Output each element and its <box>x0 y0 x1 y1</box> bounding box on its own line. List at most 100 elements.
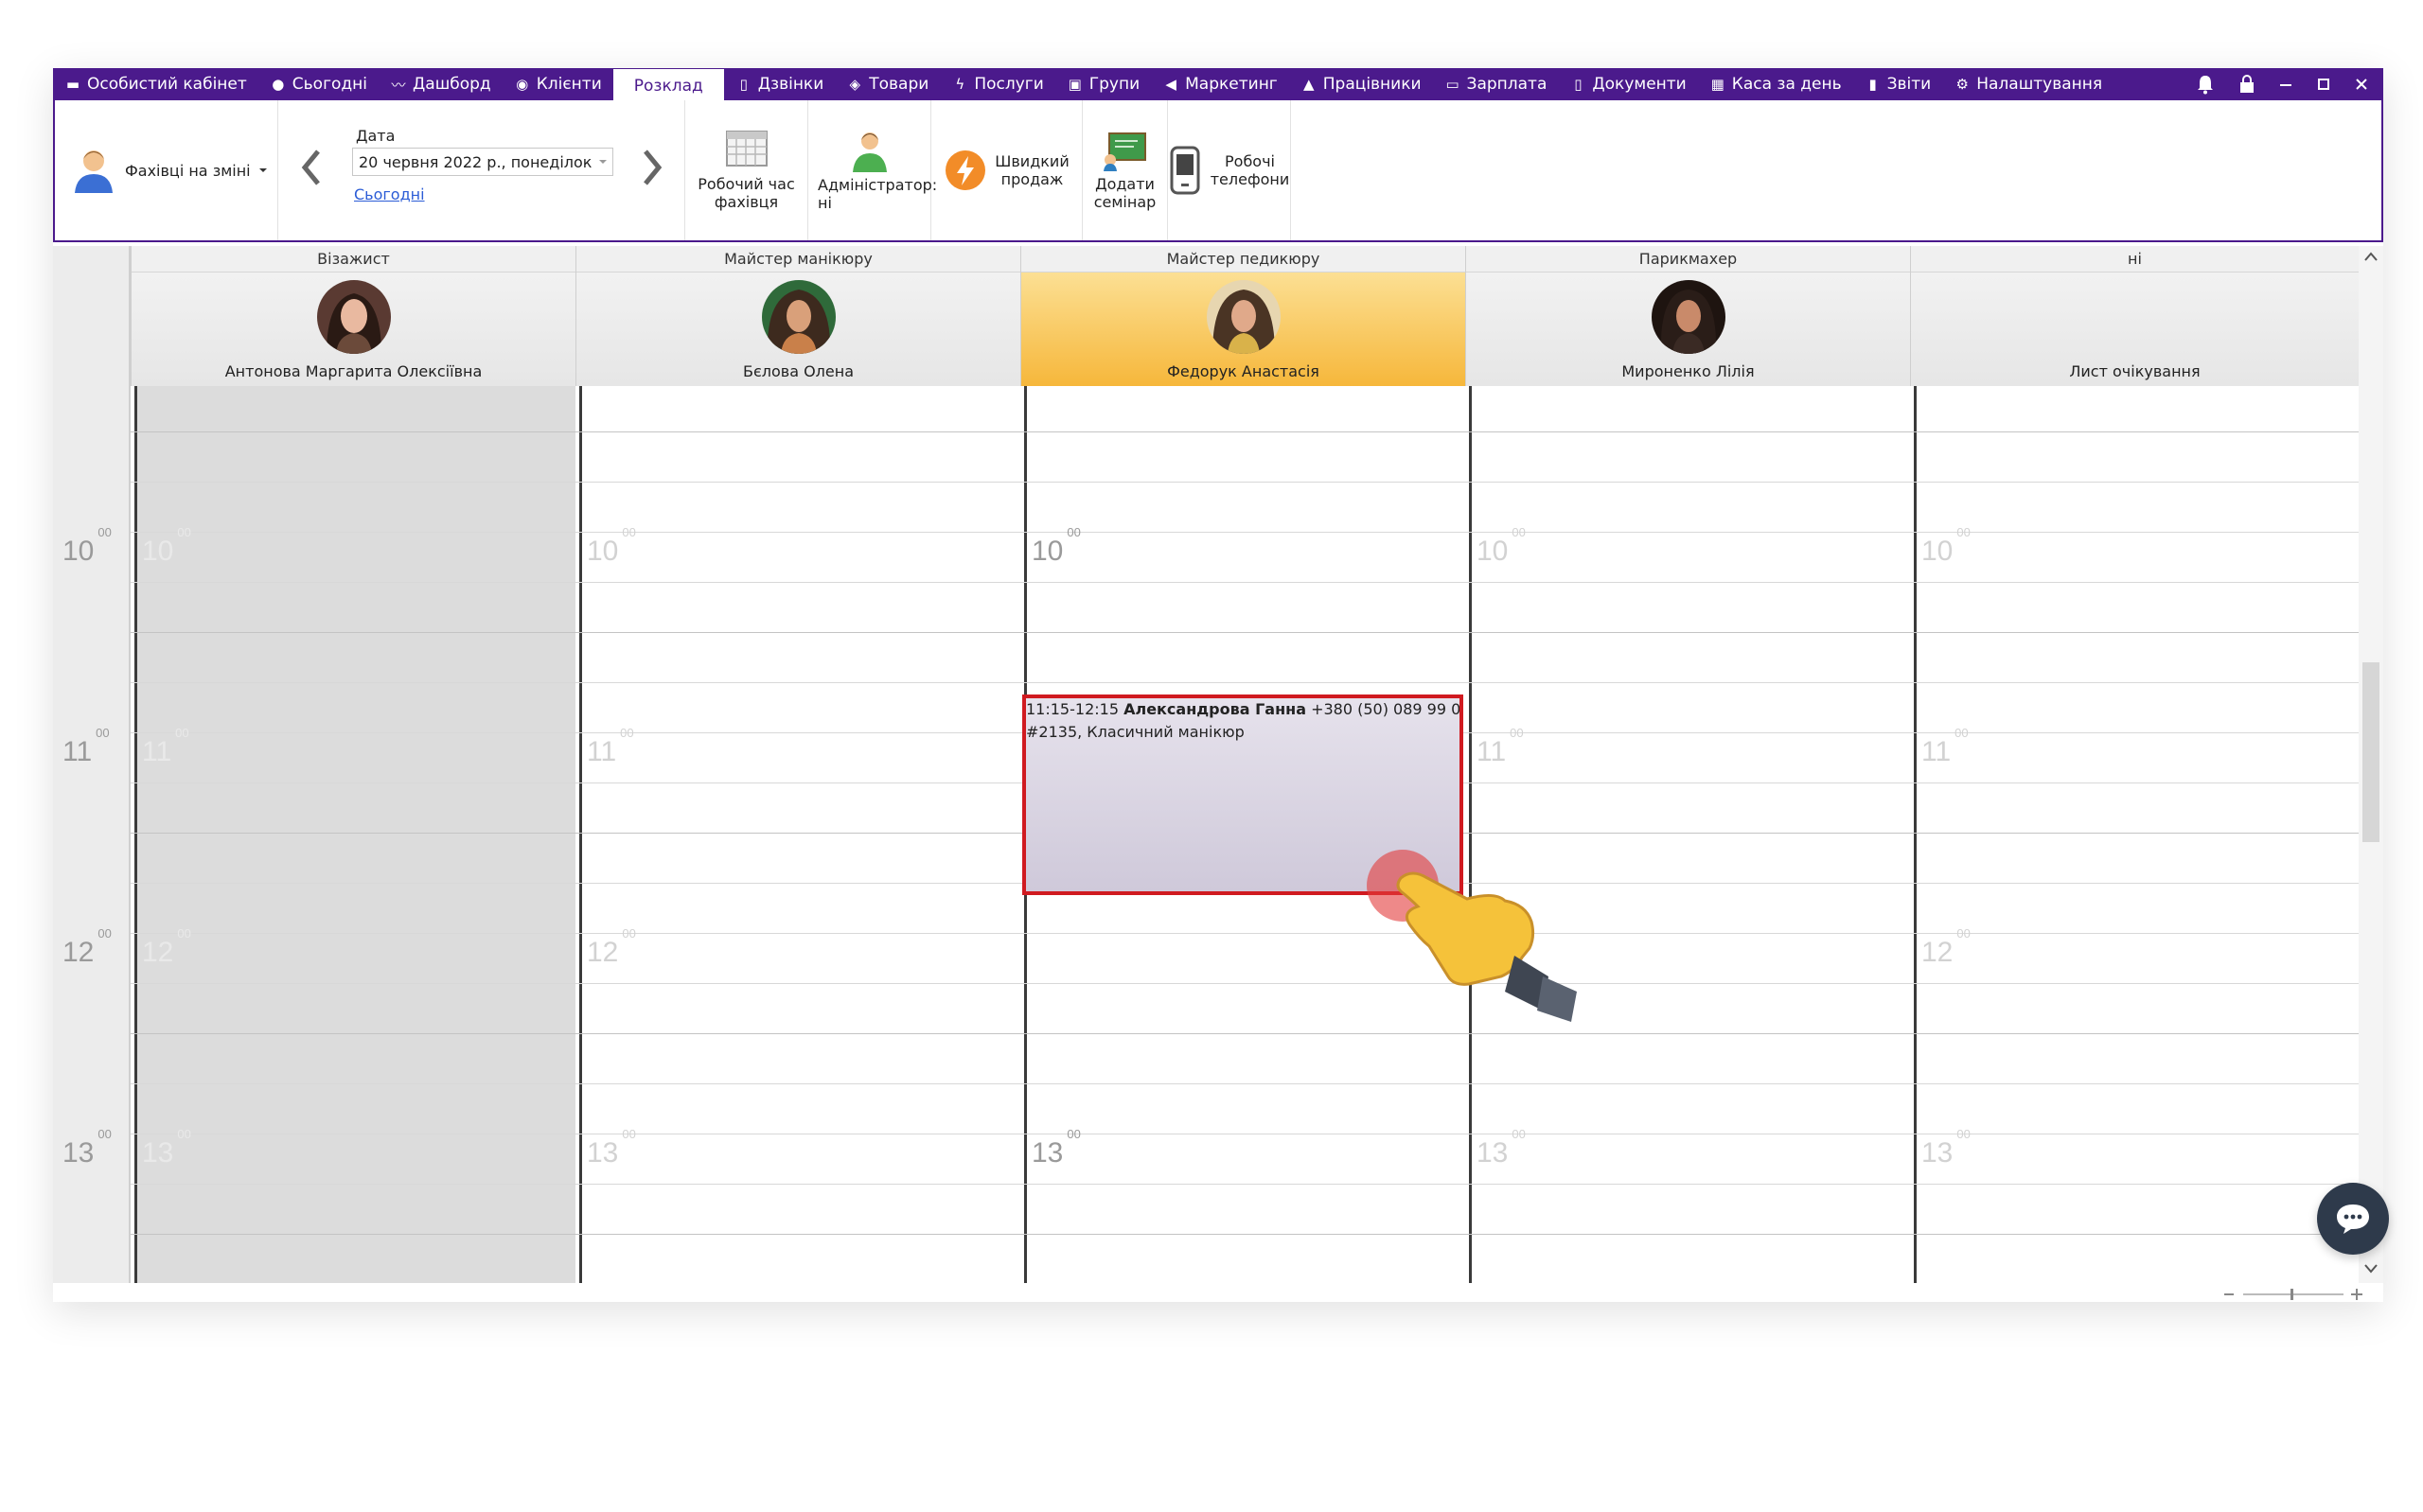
nav-settings[interactable]: ⚙ Налаштування <box>1942 68 2113 100</box>
avatar <box>762 280 836 354</box>
nav-documents[interactable]: ▯ Документи <box>1558 68 1697 100</box>
money-icon: ▭ <box>1445 76 1459 93</box>
nav-calls[interactable]: ▯ Дзвінки <box>724 68 836 100</box>
top-navigation: ▬ Особистий кабінет ● Сьогодні 〰 Дашборд ◉ К… <box>53 68 2383 103</box>
user-circle-icon: ◉ <box>516 76 529 93</box>
nav-label: Дашборд <box>413 75 491 94</box>
specialists-on-shift-group[interactable]: Фахівці на зміні <box>55 100 278 240</box>
grid-line <box>131 532 2359 533</box>
hour-label-10: 1000 <box>62 525 112 567</box>
date-picker[interactable]: 20 червня 2022 р., понеділок <box>352 148 613 176</box>
schedule-column-hairdresser[interactable] <box>1469 386 1910 1283</box>
schedule-column-makeup[interactable] <box>134 386 575 1283</box>
column-header-pedicure[interactable]: Майстер педикюру Федорук Анастасія <box>1020 246 1465 386</box>
quick-sale-button[interactable]: Швидкий продаж <box>931 100 1083 240</box>
nav-today[interactable]: ● Сьогодні <box>258 68 379 100</box>
administrator-icon <box>852 132 887 172</box>
column-hour-label: 1100 <box>587 726 634 767</box>
chat-button[interactable] <box>2317 1183 2389 1255</box>
add-seminar-label-2: семінар <box>1093 193 1157 211</box>
column-hour-label: 1200 <box>142 926 191 968</box>
today-link[interactable]: Сьогодні <box>354 185 425 203</box>
specialist-name: Федорук Анастасія <box>1167 362 1319 380</box>
lock-icon[interactable] <box>2239 75 2255 94</box>
work-time-button[interactable]: Робочий час фахівця <box>685 100 808 240</box>
avatar <box>317 280 391 354</box>
nav-label: Маркетинг <box>1185 75 1278 94</box>
grid-line <box>131 682 2359 683</box>
column-hour-label: 1300 <box>1032 1127 1081 1169</box>
waitlist-name: Лист очікування <box>2069 362 2201 380</box>
column-hour-label: 1300 <box>587 1127 636 1169</box>
grid-line <box>131 983 2359 984</box>
avatar <box>1207 280 1281 354</box>
column-hour-label: 1200 <box>587 926 636 968</box>
scroll-up-icon[interactable] <box>2364 252 2378 261</box>
nav-services[interactable]: ϟ Послуги <box>940 68 1054 100</box>
nav-dashboard[interactable]: 〰 Дашборд <box>379 68 503 100</box>
schedule-column-manicure[interactable] <box>579 386 1020 1283</box>
nav-label: Працівники <box>1322 75 1422 94</box>
maximize-icon[interactable] <box>2317 78 2330 91</box>
gear-icon: ⚙ <box>1955 76 1969 93</box>
scroll-thumb[interactable] <box>2362 662 2379 842</box>
administrator-button[interactable]: Адміністратор: ні <box>808 100 937 240</box>
add-seminar-label-1: Додати <box>1095 175 1155 193</box>
appointment-client: Александрова Ганна <box>1123 700 1306 718</box>
column-header-waitlist[interactable]: ні Лист очікування <box>1910 246 2359 386</box>
date-dropdown-icon[interactable] <box>599 159 607 165</box>
nav-label: Товари <box>869 75 929 94</box>
nav-daily-cash[interactable]: ▦ Каса за день <box>1698 68 1853 100</box>
nav-schedule[interactable]: Розклад <box>612 69 724 103</box>
column-header-makeup[interactable]: Візажист Антонова Маргарита Олексіївна <box>131 246 575 386</box>
nav-goods[interactable]: ◈ Товари <box>835 68 940 100</box>
nav-employees[interactable]: ▲ Працівники <box>1289 68 1433 100</box>
chevron-right-icon[interactable] <box>640 148 664 187</box>
chat-bubble-icon <box>2337 1204 2369 1234</box>
nav-marketing[interactable]: ◀ Маркетинг <box>1151 68 1289 100</box>
chevron-left-icon[interactable] <box>299 148 324 187</box>
work-time-label-2: фахівця <box>714 193 779 211</box>
work-phones-button[interactable]: Робочі телефони <box>1168 100 1291 240</box>
column-hour-label: 1100 <box>1477 726 1524 767</box>
nav-label: Документи <box>1592 75 1687 94</box>
appointment-time: 11:15-12:15 <box>1026 700 1119 718</box>
add-seminar-button[interactable]: Додати семінар <box>1083 100 1168 240</box>
schedule-column-waitlist[interactable] <box>1914 386 2359 1283</box>
dropdown-arrow-icon[interactable] <box>258 167 268 174</box>
clock-icon: ● <box>272 76 285 93</box>
column-header-manicure[interactable]: Майстер манікюру Бєлова Олена <box>575 246 1020 386</box>
hour-label-11: 1100 <box>62 726 110 767</box>
column-header-hairdresser[interactable]: Парикмахер Мироненко Лілія <box>1465 246 1910 386</box>
close-icon[interactable] <box>2355 78 2368 91</box>
nav-personal-cabinet[interactable]: ▬ Особистий кабінет <box>53 68 258 100</box>
lightning-icon <box>946 150 986 190</box>
nav-label: Зарплата <box>1466 75 1548 94</box>
column-hour-label: 1100 <box>1921 726 1969 767</box>
seminar-board-icon <box>1103 132 1146 171</box>
nav-clients[interactable]: ◉ Клієнти <box>503 68 613 100</box>
nav-salary[interactable]: ▭ Зарплата <box>1433 68 1559 100</box>
administrator-label-1: Адміністратор: <box>818 176 938 194</box>
minimize-icon[interactable] <box>2279 78 2292 91</box>
date-value: 20 червня 2022 р., понеділок <box>359 153 592 171</box>
column-role: Майстер педикюру <box>1021 246 1465 273</box>
column-hour-label: 1300 <box>142 1127 191 1169</box>
nav-groups[interactable]: ▣ Групи <box>1055 68 1151 100</box>
avatar <box>1652 280 1725 354</box>
vertical-scrollbar[interactable] <box>2359 246 2383 1283</box>
quick-sale-label-2: продаж <box>1000 170 1064 188</box>
zoom-slider[interactable] <box>2222 1287 2364 1300</box>
group-icon: ▣ <box>1068 76 1082 93</box>
bell-icon[interactable] <box>2196 74 2215 95</box>
grid-line <box>131 1083 2359 1084</box>
box-icon: ◈ <box>849 76 861 93</box>
nav-label: Послуги <box>974 75 1044 94</box>
nav-label: Розклад <box>633 77 703 96</box>
nav-reports[interactable]: ▮ Звіти <box>1853 68 1943 100</box>
phone-icon: ▯ <box>739 76 748 93</box>
date-group: Дата 20 червня 2022 р., понеділок Сьогод… <box>278 100 685 240</box>
column-hour-label: 1000 <box>142 525 191 567</box>
calculator-icon: ▦ <box>1710 76 1724 93</box>
scroll-down-icon[interactable] <box>2364 1264 2378 1274</box>
